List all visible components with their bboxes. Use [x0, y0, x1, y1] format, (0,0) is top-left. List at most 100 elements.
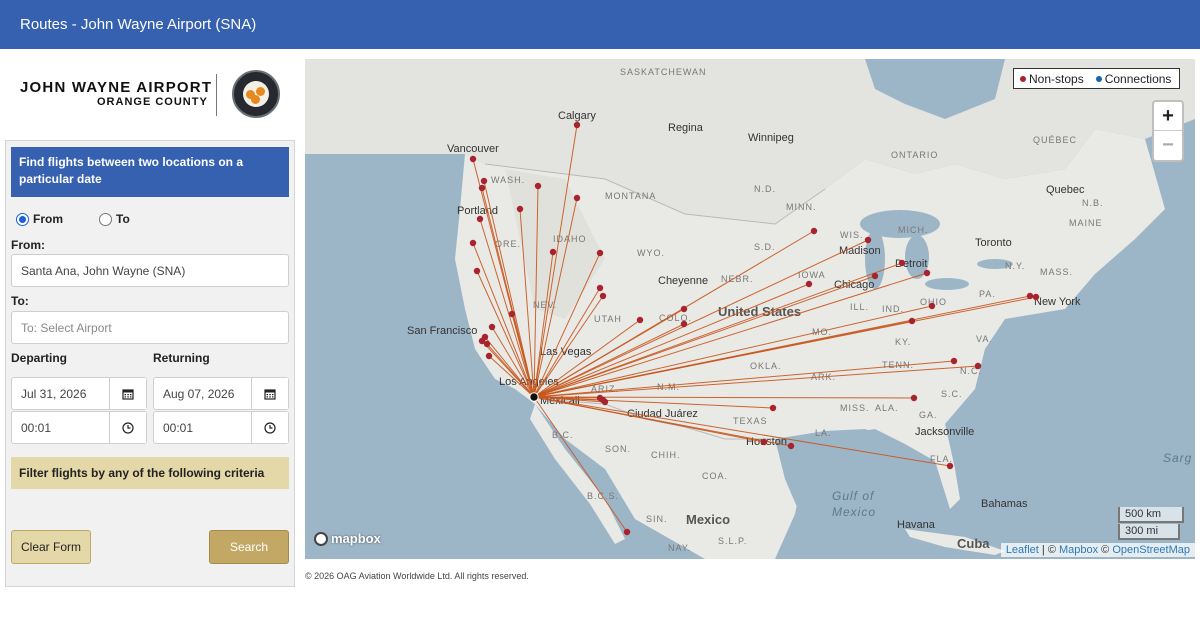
nonstop-airport-marker[interactable]	[599, 292, 607, 300]
nonstop-airport-marker[interactable]	[601, 398, 609, 406]
map-legend: Non-stops Connections	[1013, 68, 1180, 89]
leaflet-link[interactable]: Leaflet	[1006, 544, 1039, 556]
nonstop-airport-marker[interactable]	[1032, 293, 1040, 301]
search-button[interactable]: Search	[209, 530, 289, 564]
route-line	[533, 319, 641, 398]
return-time-input[interactable]: 00:01	[153, 411, 289, 444]
nonstop-airport-marker[interactable]	[480, 177, 488, 185]
nonstop-airport-marker[interactable]	[549, 248, 557, 256]
clear-form-button[interactable]: Clear Form	[11, 530, 91, 564]
copyright-notice: © 2026 OAG Aviation Worldwide Ltd. All r…	[305, 571, 529, 581]
nonstop-airport-marker[interactable]	[974, 362, 982, 370]
page-title: Routes - John Wayne Airport (SNA)	[20, 16, 257, 33]
nonstop-airport-marker[interactable]	[910, 394, 918, 402]
map-attribution: Leaflet | © Mapbox © OpenStreetMap	[1000, 543, 1195, 557]
nonstop-airport-marker[interactable]	[871, 272, 879, 280]
route-line	[488, 355, 535, 398]
nonstop-airport-marker[interactable]	[946, 462, 954, 470]
nonstop-airport-marker[interactable]	[923, 269, 931, 277]
departing-label: Departing	[11, 351, 68, 365]
zoom-in-button[interactable]: +	[1154, 102, 1182, 131]
route-map[interactable]: SASKATCHEWAN ONTARIO QUÉBEC Calgary Regi…	[305, 59, 1195, 559]
to-airport-input[interactable]: To: Select Airport	[11, 311, 289, 344]
nonstop-airport-marker[interactable]	[623, 528, 631, 536]
nonstop-airport-marker[interactable]	[488, 323, 496, 331]
route-line	[533, 283, 810, 398]
route-line	[533, 296, 1037, 398]
origin-airport-marker[interactable]	[529, 392, 539, 402]
nonstop-airport-marker[interactable]	[573, 194, 581, 202]
nonstop-airport-marker[interactable]	[534, 182, 542, 190]
nonstop-airport-marker[interactable]	[516, 205, 524, 213]
route-line	[533, 275, 876, 398]
logo-subtitle: ORANGE COUNTY	[97, 96, 208, 108]
nonstop-airport-marker[interactable]	[478, 184, 486, 192]
depart-time-value: 00:01	[21, 420, 52, 435]
nonstop-airport-marker[interactable]	[636, 316, 644, 324]
nonstop-airport-marker[interactable]	[769, 404, 777, 412]
zoom-out-button[interactable]: −	[1154, 131, 1182, 160]
nonstop-airport-marker[interactable]	[898, 259, 906, 267]
nonstop-airport-marker[interactable]	[928, 302, 936, 310]
page-header: Routes - John Wayne Airport (SNA)	[0, 0, 1200, 49]
airport-logo: JOHN WAYNE AIRPORT ORANGE COUNTY	[0, 49, 300, 140]
clock-icon[interactable]	[251, 412, 288, 443]
nonstop-airport-marker[interactable]	[908, 317, 916, 325]
nonstop-airport-marker[interactable]	[805, 280, 813, 288]
logo-title: JOHN WAYNE AIRPORT	[20, 79, 213, 96]
depart-date-value: Jul 31, 2026	[21, 386, 87, 401]
return-date-input[interactable]: Aug 07, 2026	[153, 377, 289, 410]
nonstop-airport-marker[interactable]	[760, 438, 768, 446]
nonstop-airport-marker[interactable]	[680, 305, 688, 313]
mapbox-logo-text: mapbox	[331, 531, 381, 546]
from-airport-input[interactable]: Santa Ana, John Wayne (SNA)	[11, 254, 289, 287]
route-line	[533, 185, 539, 398]
route-line	[491, 326, 535, 398]
nonstop-airport-marker[interactable]	[596, 394, 604, 402]
route-line	[533, 124, 578, 398]
radio-to-control[interactable]	[99, 212, 112, 226]
nonstop-airport-marker[interactable]	[469, 239, 477, 247]
radio-from-label: From	[33, 212, 63, 226]
nonstop-airport-marker[interactable]	[810, 227, 818, 235]
nonstop-airport-marker[interactable]	[950, 357, 958, 365]
to-label: To:	[11, 294, 29, 308]
radio-from-control[interactable]	[16, 212, 29, 226]
route-line	[533, 396, 951, 467]
depart-time-input[interactable]: 00:01	[11, 411, 147, 444]
nonstop-airport-marker[interactable]	[787, 442, 795, 450]
search-panel-heading: Find flights between two locations on a …	[11, 147, 289, 197]
from-label: From:	[11, 238, 45, 252]
route-line	[479, 218, 535, 398]
calendar-icon[interactable]	[251, 378, 288, 409]
filter-criteria-toggle[interactable]: Filter flights by any of the following c…	[11, 457, 289, 489]
nonstop-airport-marker[interactable]	[476, 215, 484, 223]
route-line	[533, 230, 815, 398]
mapbox-logo[interactable]: mapbox	[314, 531, 381, 546]
route-line	[533, 396, 792, 447]
nonstop-airport-marker[interactable]	[573, 121, 581, 129]
clock-icon[interactable]	[109, 412, 146, 443]
nonstop-airport-marker[interactable]	[596, 284, 604, 292]
nonstop-legend-dot	[1020, 75, 1026, 82]
nonstop-airport-marker[interactable]	[469, 155, 477, 163]
radio-to-label: To	[116, 212, 130, 226]
nonstop-airport-marker[interactable]	[864, 236, 872, 244]
route-line	[533, 295, 604, 398]
legend-nonstops: Non-stops	[1029, 71, 1084, 86]
nonstop-airport-marker[interactable]	[473, 267, 481, 275]
radio-from[interactable]: From	[16, 212, 63, 226]
nonstop-airport-marker[interactable]	[508, 310, 516, 318]
radio-to[interactable]: To	[99, 212, 130, 226]
returning-label: Returning	[153, 351, 210, 365]
attribution-separator: | ©	[1038, 544, 1059, 556]
depart-date-input[interactable]: Jul 31, 2026	[11, 377, 147, 410]
nonstop-airport-marker[interactable]	[680, 320, 688, 328]
nonstop-airport-marker[interactable]	[1026, 292, 1034, 300]
nonstop-airport-marker[interactable]	[485, 352, 493, 360]
openstreetmap-link[interactable]: OpenStreetMap	[1112, 544, 1190, 556]
calendar-icon[interactable]	[109, 378, 146, 409]
nonstop-airport-marker[interactable]	[596, 249, 604, 257]
nonstop-airport-marker[interactable]	[478, 337, 486, 345]
mapbox-link[interactable]: Mapbox	[1059, 544, 1098, 556]
